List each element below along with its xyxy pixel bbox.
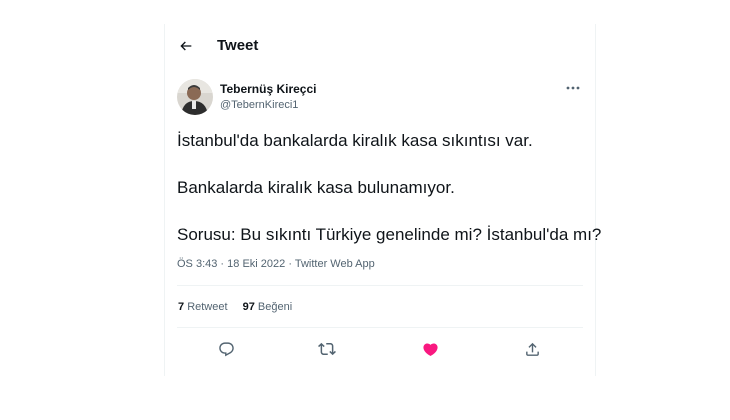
retweet-count: 7	[178, 301, 185, 313]
divider	[177, 285, 583, 286]
share-button[interactable]	[517, 334, 547, 364]
reply-icon	[218, 341, 234, 356]
more-icon	[566, 86, 580, 90]
meta-separator: ·	[220, 258, 225, 270]
tweet-metadata: ÖS 3:43 · 18 Eki 2022 · Twitter Web App	[177, 258, 375, 270]
author-handle[interactable]: @TebernKireci1	[220, 99, 298, 111]
like-button[interactable]	[415, 334, 445, 364]
retweet-button[interactable]	[312, 334, 342, 364]
like-label: Beğeni	[257, 301, 293, 313]
retweet-label: Retweet	[187, 301, 228, 313]
author-name[interactable]: Tebernüş Kireçci	[220, 82, 316, 96]
avatar[interactable]	[177, 79, 213, 115]
more-options-button[interactable]	[563, 80, 583, 96]
tweet-detail-panel: Tweet Tebernüş Kireçci @TebernKireci1 İs…	[164, 24, 602, 376]
tweet-source[interactable]: Twitter Web App	[295, 258, 375, 270]
profile-photo	[177, 79, 213, 115]
arrow-left-icon	[180, 41, 192, 51]
tweet-actions	[177, 334, 583, 364]
meta-separator: ·	[288, 258, 292, 270]
tweet-line: İstanbul'da bankalarda kiralık kasa sıkı…	[177, 131, 533, 150]
like-count-link[interactable]: 97 Beğeni	[243, 301, 293, 313]
reply-button[interactable]	[211, 334, 241, 364]
back-button[interactable]	[174, 34, 198, 58]
page-title: Tweet	[217, 37, 259, 54]
tweet-time[interactable]: ÖS 3:43	[177, 258, 217, 270]
tweet-line: Bankalarda kiralık kasa bulunamıyor.	[177, 178, 455, 197]
tweet-text: İstanbul'da bankalarda kiralık kasa sıkı…	[177, 130, 602, 246]
heart-filled-icon	[422, 342, 438, 356]
tweet-date[interactable]: 18 Eki 2022	[227, 258, 285, 270]
share-icon	[525, 342, 539, 356]
retweet-icon	[318, 342, 336, 356]
like-count: 97	[242, 301, 255, 313]
divider	[177, 327, 583, 328]
tweet-line: Sorusu: Bu sıkıntı Türkiye genelinde mi?…	[177, 225, 602, 244]
tweet-stats: 7 Retweet 97 Beğeni	[178, 301, 304, 313]
retweet-count-link[interactable]: 7 Retweet	[178, 301, 228, 313]
tweet-header: Tweet	[165, 24, 595, 68]
